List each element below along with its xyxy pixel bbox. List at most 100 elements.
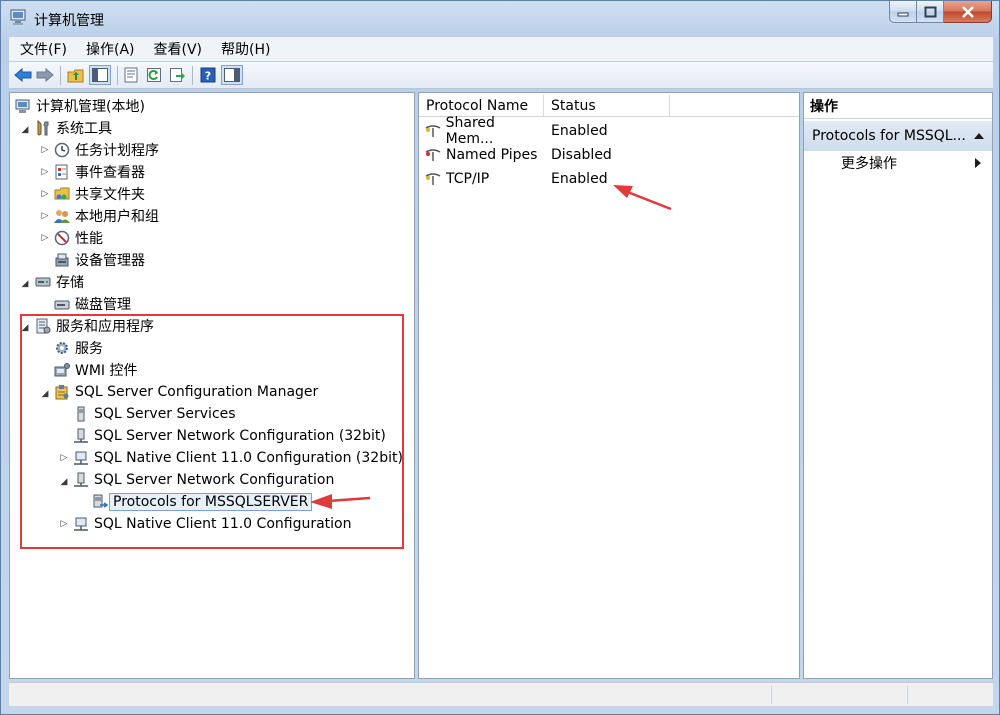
more-actions-label: 更多操作 — [841, 156, 897, 172]
expand-triangle-icon[interactable]: ▷ — [40, 233, 50, 243]
expand-triangle-icon[interactable]: ▷ — [40, 167, 50, 177]
collapse-triangle-icon[interactable]: ◢ — [20, 125, 30, 135]
more-actions-item[interactable]: 更多操作 — [841, 153, 897, 175]
event-viewer-icon — [53, 163, 71, 181]
title-bar[interactable]: 计算机管理 — [1, 1, 999, 35]
annotation-arrow-icon — [613, 185, 672, 211]
storage-icon — [34, 273, 52, 291]
expand-triangle-icon[interactable]: ▷ — [40, 145, 50, 155]
menu-action[interactable]: 操作(A) — [75, 39, 143, 59]
tree-node-shared-folders[interactable]: 共享文件夹 — [53, 183, 145, 205]
list-row[interactable]: Named Pipes Disabled — [419, 143, 799, 167]
menu-bar: 文件(F) 操作(A) 查看(V) 帮助(H) — [9, 37, 993, 61]
tree-node-event-viewer[interactable]: 事件查看器 — [53, 161, 145, 183]
forward-button[interactable] — [36, 66, 54, 84]
forward-arrow-icon — [36, 68, 54, 82]
up-one-level-button[interactable] — [67, 66, 85, 84]
up-folder-icon — [67, 69, 84, 83]
protocol-enabled-icon — [424, 170, 442, 188]
computer-management-icon — [10, 9, 26, 25]
maximize-button[interactable] — [917, 1, 944, 23]
back-button[interactable] — [14, 66, 32, 84]
close-button[interactable] — [944, 1, 992, 23]
tree-label: 磁盘管理 — [75, 297, 131, 313]
tree-label: 设备管理器 — [75, 253, 145, 269]
protocol-disabled-icon — [424, 146, 442, 164]
menu-help[interactable]: 帮助(H) — [210, 39, 278, 59]
back-arrow-icon — [14, 68, 32, 82]
submenu-arrow-icon — [975, 158, 981, 168]
list-header: Protocol Name Status — [419, 95, 799, 117]
computer-management-window: 计算机管理 文件(F) 操作(A) 查看(V) 帮助(H) ? 计算机管理(本地… — [0, 0, 1000, 715]
help-button[interactable]: ? — [199, 66, 217, 84]
tools-icon — [34, 119, 52, 137]
tree-label: 任务计划程序 — [75, 143, 159, 159]
tree-label: 存储 — [56, 275, 84, 291]
expand-triangle-icon[interactable]: ▷ — [40, 211, 50, 221]
annotation-arrow-icon — [310, 494, 371, 509]
device-manager-icon — [53, 251, 71, 269]
collapse-triangle-icon[interactable]: ◢ — [20, 279, 30, 289]
action-pane: 操作 Protocols for MSSQL... 更多操作 — [803, 92, 993, 679]
refresh-button[interactable] — [145, 66, 163, 84]
tree-label: 本地用户和组 — [75, 209, 159, 225]
show-hide-tree-button[interactable] — [89, 65, 111, 85]
toolbar-separator — [117, 66, 118, 85]
status-pane — [771, 686, 907, 704]
maximize-icon — [924, 6, 936, 17]
window-title: 计算机管理 — [34, 13, 104, 29]
tree-label: 性能 — [75, 231, 103, 247]
list-cell-name: TCP/IP — [419, 170, 545, 188]
toolbar-separator — [60, 66, 61, 85]
status-pane — [907, 686, 993, 704]
tree-node-root[interactable]: 计算机管理(本地) — [14, 95, 145, 117]
menu-file[interactable]: 文件(F) — [9, 39, 75, 59]
protocol-name: TCP/IP — [446, 171, 490, 187]
properties-icon — [124, 67, 138, 83]
show-hide-action-pane-button[interactable] — [221, 65, 243, 85]
tree-node-device-manager[interactable]: 设备管理器 — [53, 249, 145, 271]
protocol-status: Disabled — [551, 147, 612, 163]
protocol-status: Enabled — [551, 123, 608, 139]
tree-node-disk-management[interactable]: 磁盘管理 — [53, 293, 131, 315]
action-pane-title: 操作 — [804, 93, 992, 119]
computer-management-icon — [14, 97, 32, 115]
export-list-icon — [170, 68, 185, 82]
tree-node-performance[interactable]: 性能 — [53, 227, 103, 249]
users-icon — [53, 207, 71, 225]
performance-icon — [53, 229, 71, 247]
close-icon — [961, 5, 974, 18]
column-header-status[interactable]: Status — [544, 95, 670, 117]
expand-triangle-icon[interactable]: ▷ — [40, 189, 50, 199]
menu-view[interactable]: 查看(V) — [143, 39, 211, 59]
properties-button[interactable] — [122, 66, 140, 84]
list-cell-name: Named Pipes — [419, 146, 545, 164]
clock-icon — [53, 141, 71, 159]
protocol-status: Enabled — [551, 171, 608, 187]
disk-management-icon — [53, 295, 71, 313]
shared-folder-icon — [53, 185, 71, 203]
list-row[interactable]: Shared Mem... Enabled — [419, 115, 799, 147]
protocol-name: Named Pipes — [446, 147, 538, 163]
svg-text:?: ? — [205, 70, 211, 83]
tree-node-local-users[interactable]: 本地用户和组 — [53, 205, 159, 227]
tree-node-task-scheduler[interactable]: 任务计划程序 — [53, 139, 159, 161]
refresh-icon — [147, 68, 161, 82]
tree-node-system-tools[interactable]: 系统工具 — [34, 117, 112, 139]
export-list-button[interactable] — [168, 66, 186, 84]
caption-buttons — [889, 1, 992, 25]
toolbar: ? — [9, 62, 993, 89]
show-hide-action-pane-icon — [224, 68, 240, 82]
help-icon: ? — [200, 67, 216, 83]
tree-label: 事件查看器 — [75, 165, 145, 181]
tree-label: 共享文件夹 — [75, 187, 145, 203]
toolbar-separator — [192, 66, 193, 85]
minimize-button[interactable] — [889, 1, 917, 23]
tree-label: 计算机管理(本地) — [36, 99, 145, 115]
action-section-label: Protocols for MSSQL... — [812, 128, 966, 144]
action-section-header[interactable]: Protocols for MSSQL... — [804, 121, 992, 151]
protocol-enabled-icon — [424, 122, 442, 140]
collapse-up-icon — [974, 133, 984, 139]
tree-node-storage[interactable]: 存储 — [34, 271, 84, 293]
column-header-protocol-name[interactable]: Protocol Name — [419, 95, 544, 117]
